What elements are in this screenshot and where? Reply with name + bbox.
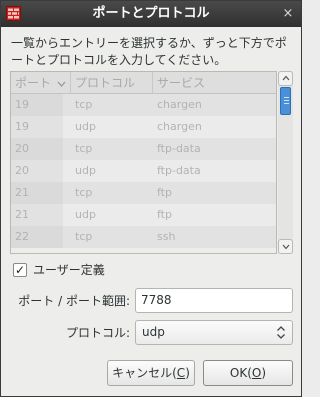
- cell-service: ftp-data: [157, 164, 201, 177]
- list-row[interactable]: 19 udp chargen: [11, 116, 276, 138]
- cancel-mnemonic: C: [176, 366, 186, 380]
- thumb-grip: [284, 97, 289, 98]
- cell-protocol: udp: [75, 164, 96, 177]
- user-defined-checkbox[interactable]: ✓: [13, 263, 27, 277]
- ports-protocols-dialog: ポートとプロトコル × 一覧からエントリーを選択するか、ずっと下方でポートとプロ…: [0, 0, 302, 397]
- list-row[interactable]: 19 tcp chargen: [11, 94, 276, 116]
- cell-port: 21: [15, 186, 29, 199]
- cancel-button-label: キャンセル(: [112, 366, 177, 380]
- cell-protocol: udp: [75, 208, 96, 221]
- cancel-button[interactable]: キャンセル(C): [107, 360, 195, 386]
- column-header-service[interactable]: サービス: [153, 72, 276, 94]
- ok-mnemonic: O: [251, 366, 262, 380]
- cell-service: chargen: [157, 98, 202, 111]
- column-header-protocol[interactable]: プロトコル: [71, 72, 153, 94]
- column-header-protocol-label: プロトコル: [75, 76, 136, 90]
- port-range-input[interactable]: 7788: [135, 288, 293, 313]
- cell-protocol: tcp: [75, 142, 93, 155]
- updown-arrows-icon: [277, 326, 285, 339]
- list-scrollbar[interactable]: [278, 71, 293, 254]
- cell-service: ftp-data: [157, 142, 201, 155]
- cell-service: ftp: [157, 186, 172, 199]
- cell-service: chargen: [157, 120, 202, 133]
- cell-protocol: tcp: [75, 98, 93, 111]
- chevron-down-icon: [282, 244, 289, 250]
- cell-protocol: tcp: [75, 186, 93, 199]
- cell-port: 21: [15, 208, 29, 221]
- list-row[interactable]: 21 tcp ftp: [11, 182, 276, 204]
- title-bar[interactable]: ポートとプロトコル ×: [1, 1, 301, 27]
- cell-port: 19: [15, 98, 29, 111]
- ok-button-suffix: ): [261, 366, 267, 380]
- cell-service: ssh: [157, 230, 176, 243]
- ok-button-label: OK(: [229, 366, 252, 380]
- thumb-grip: [284, 100, 289, 101]
- cell-port: 22: [15, 230, 29, 243]
- column-header-port-label: ポート: [15, 76, 52, 90]
- protocol-label: プロトコル:: [65, 326, 130, 340]
- scroll-down-button[interactable]: [278, 239, 293, 254]
- close-icon[interactable]: ×: [281, 7, 295, 21]
- ok-button[interactable]: OK(O): [203, 360, 293, 386]
- list-row[interactable]: 20 tcp ftp-data: [11, 138, 276, 160]
- cell-port: 20: [15, 142, 29, 155]
- list-row[interactable]: 20 udp ftp-data: [11, 160, 276, 182]
- list-row[interactable]: 22 tcp ssh: [11, 226, 276, 248]
- chevron-up-icon: [282, 75, 289, 81]
- list-header: ポート プロトコル サービス: [11, 72, 276, 94]
- cell-service: ftp: [157, 208, 172, 221]
- protocol-select[interactable]: udp: [135, 320, 293, 345]
- cell-protocol: tcp: [75, 230, 93, 243]
- thumb-grip: [284, 103, 289, 104]
- column-header-service-label: サービス: [157, 76, 206, 90]
- port-service-list[interactable]: ポート プロトコル サービス 19 tcp chargen 19 udp cha…: [10, 71, 277, 254]
- scroll-thumb[interactable]: [280, 87, 291, 115]
- cell-port: 20: [15, 164, 29, 177]
- port-range-label: ポート / ポート範囲:: [18, 294, 130, 308]
- window-title: ポートとプロトコル: [92, 6, 210, 21]
- cell-port: 19: [15, 120, 29, 133]
- firewall-app-icon: [6, 6, 21, 21]
- chevron-down-icon: [57, 81, 66, 87]
- user-defined-label[interactable]: ユーザー定義: [33, 262, 105, 278]
- instruction-text: 一覧からエントリーを選択するか、ずっと下方でポートとプロトコルを入力してください…: [11, 36, 287, 67]
- cancel-button-suffix: ): [185, 366, 190, 380]
- cell-protocol: udp: [75, 120, 96, 133]
- list-row[interactable]: 21 udp ftp: [11, 204, 276, 226]
- column-header-port[interactable]: ポート: [11, 72, 71, 94]
- protocol-select-value: udp: [142, 325, 165, 339]
- scroll-up-button[interactable]: [278, 71, 293, 86]
